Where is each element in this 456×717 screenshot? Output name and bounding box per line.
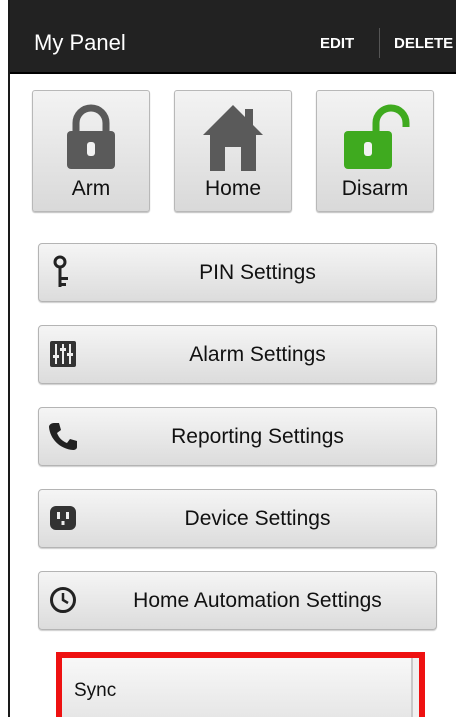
pin-settings-label: PIN Settings xyxy=(199,261,316,284)
page-title: My Panel xyxy=(34,30,126,55)
alarm-settings-label: Alarm Settings xyxy=(189,343,326,366)
pin-settings-button[interactable]: PIN Settings xyxy=(38,243,437,302)
sync-button[interactable]: Sync xyxy=(62,658,413,717)
home-label: Home xyxy=(204,177,262,200)
sync-highlight: Sync xyxy=(56,652,425,717)
delete-button[interactable]: DELETE xyxy=(394,35,453,52)
home-automation-settings-button[interactable]: Home Automation Settings xyxy=(38,571,437,630)
phone-icon xyxy=(47,420,79,452)
device-settings-button[interactable]: Device Settings xyxy=(38,489,437,548)
home-automation-settings-label: Home Automation Settings xyxy=(133,589,382,612)
disarm-button[interactable]: Disarm xyxy=(316,90,434,212)
lock-closed-icon xyxy=(33,101,149,171)
reporting-settings-label: Reporting Settings xyxy=(171,425,344,448)
outlet-icon xyxy=(47,502,79,534)
disarm-label: Disarm xyxy=(341,177,409,200)
action-separator xyxy=(379,28,380,58)
arm-label: Arm xyxy=(71,177,111,200)
sliders-icon xyxy=(47,338,79,370)
device-settings-label: Device Settings xyxy=(184,507,331,530)
alarm-settings-button[interactable]: Alarm Settings xyxy=(38,325,437,384)
house-icon xyxy=(175,101,291,171)
action-bar: My Panel EDIT DELETE xyxy=(10,0,456,74)
key-icon xyxy=(47,255,79,288)
clock-icon xyxy=(47,584,79,616)
edit-button[interactable]: EDIT xyxy=(320,35,354,52)
lock-open-icon xyxy=(317,101,433,171)
home-button[interactable]: Home xyxy=(174,90,292,212)
reporting-settings-button[interactable]: Reporting Settings xyxy=(38,407,437,466)
arm-button[interactable]: Arm xyxy=(32,90,150,212)
app-frame: My Panel EDIT DELETE Arm Home Disarm PIN… xyxy=(10,0,456,717)
sync-label: Sync xyxy=(74,680,117,701)
